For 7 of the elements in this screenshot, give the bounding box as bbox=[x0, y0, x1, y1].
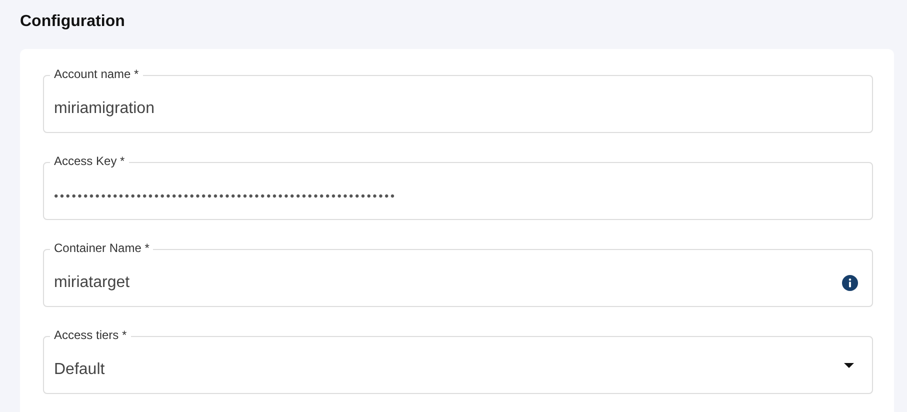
field-value: Default bbox=[54, 360, 105, 380]
caret-icon bbox=[844, 362, 854, 368]
field-value: miriamigration bbox=[54, 99, 154, 119]
info-icon[interactable] bbox=[842, 275, 858, 291]
field-value: miriatarget bbox=[54, 273, 130, 293]
masked-value: •••••••••••••••••••••••••••••••••••••••••••••••••••••••••• bbox=[54, 188, 396, 205]
section-title: Configuration bbox=[20, 12, 125, 32]
